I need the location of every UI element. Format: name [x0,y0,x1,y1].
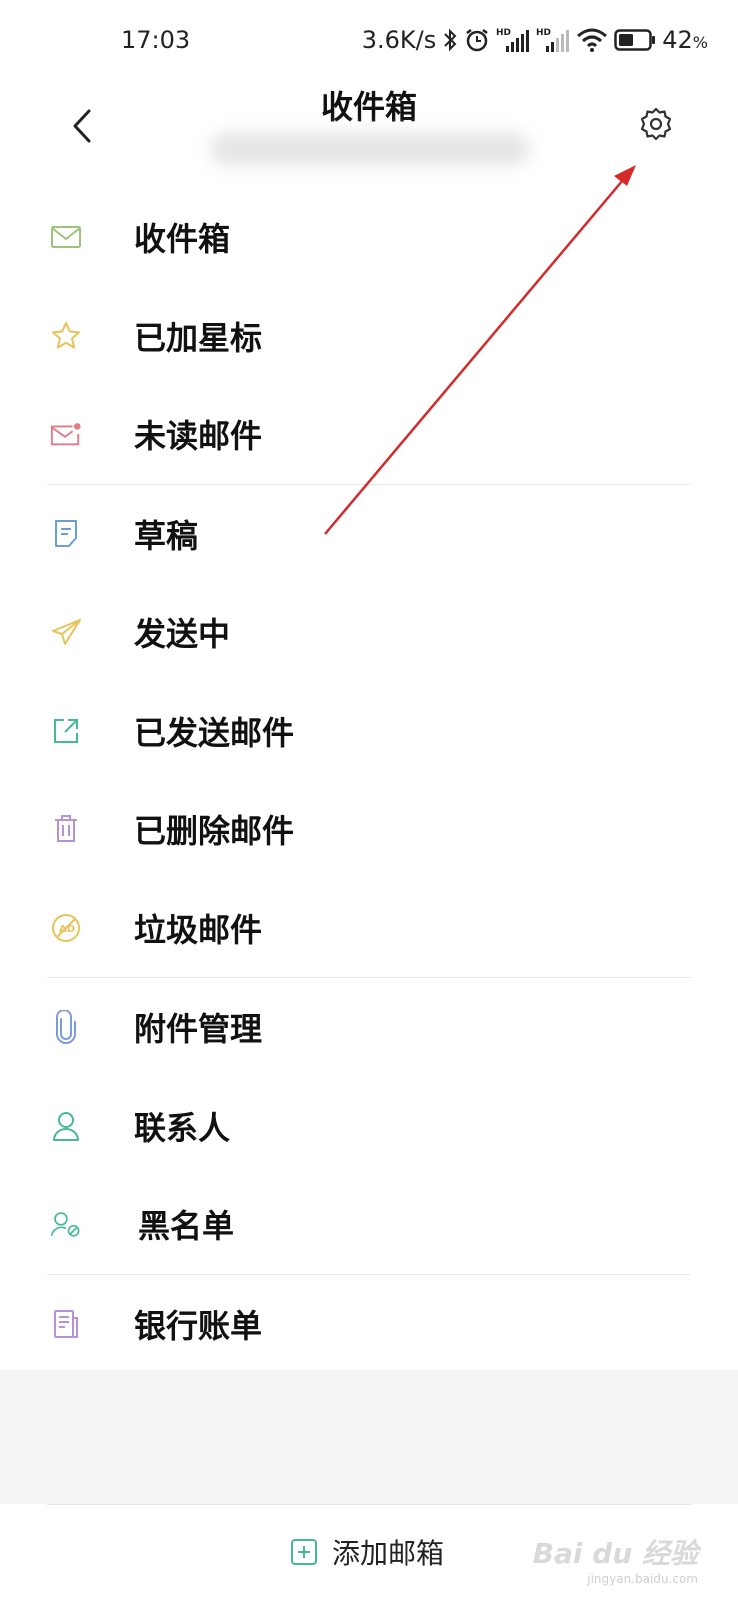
menu-label: 银行账单 [134,1306,263,1345]
paper-plane-icon [50,616,82,648]
spam-ad-icon: AD [50,912,82,944]
baidu-watermark: Bai du 经验 jingyan.baidu.com [532,1537,698,1586]
add-mailbox-label: 添加邮箱 [332,1537,445,1570]
battery-percent: 42% [662,26,708,54]
battery-icon [614,28,656,52]
menu-item-drafts[interactable]: 草稿 [0,485,738,584]
menu-item-blacklist[interactable]: 黑名单 [0,1175,738,1274]
add-mailbox-button[interactable]: 添加邮箱 [290,1530,444,1574]
unread-mail-icon [50,418,82,450]
menu-label: 已删除邮件 [134,812,295,851]
menu-item-deleted[interactable]: 已删除邮件 [0,780,738,879]
signal-hd-2-icon: HD [536,26,570,54]
wifi-icon [576,27,608,53]
page-title: 收件箱 [320,88,417,126]
status-time: 17:03 [121,26,191,54]
sent-external-icon [50,715,82,747]
star-icon [50,320,82,352]
menu-label: 收件箱 [134,220,231,259]
network-speed: 3.6K/s [361,26,437,54]
bluetooth-icon [442,27,458,53]
trash-icon [50,813,82,845]
menu-label: 垃圾邮件 [134,910,263,949]
status-bar: 17:03 3.6K/s HD HD 42% [0,0,738,84]
contact-icon [50,1110,82,1142]
envelope-icon [50,221,82,253]
menu-label: 未读邮件 [134,417,263,456]
add-mailbox-bar: 添加邮箱 Bai du 经验 jingyan.baidu.com [0,1505,738,1600]
menu-item-attachments[interactable]: 附件管理 [0,978,738,1077]
draft-icon [50,518,82,550]
svg-text:AD: AD [59,924,75,935]
menu-label: 附件管理 [134,1010,263,1049]
menu-label: 联系人 [134,1108,231,1147]
signal-hd-icon: HD [496,26,530,54]
settings-button[interactable] [634,102,678,146]
menu-label: 已发送邮件 [134,713,295,752]
menu-label: 草稿 [134,516,199,555]
bank-bill-icon [50,1308,82,1340]
menu-item-sent[interactable]: 已发送邮件 [0,682,738,781]
menu-item-bank-bills[interactable]: 银行账单 [0,1275,738,1374]
menu-label: 已加星标 [134,318,263,357]
menu-item-spam[interactable]: AD 垃圾邮件 [0,879,738,978]
menu-item-contacts[interactable]: 联系人 [0,1077,738,1176]
blocked-contact-icon [50,1208,82,1240]
svg-text:HD: HD [536,28,551,38]
account-email-blurred [210,132,530,166]
svg-text:HD: HD [496,28,511,38]
status-icons: 3.6K/s HD HD 42% [362,24,708,56]
menu-label: 发送中 [134,615,231,654]
menu-label: 黑名单 [138,1207,235,1246]
empty-space [0,1370,738,1504]
header: 收件箱 [0,84,738,184]
plus-square-icon [291,1539,317,1565]
menu-item-inbox[interactable]: 收件箱 [0,188,738,287]
folder-menu: 收件箱 已加星标 未读邮件 草稿 发送中 已发送邮件 已删除邮件 AD 垃圾邮件… [0,188,738,1373]
alarm-icon [464,27,490,53]
menu-item-unread[interactable]: 未读邮件 [0,385,738,484]
paperclip-icon [50,1010,82,1045]
menu-item-starred[interactable]: 已加星标 [0,287,738,386]
gear-icon [640,107,672,141]
menu-item-sending[interactable]: 发送中 [0,583,738,682]
